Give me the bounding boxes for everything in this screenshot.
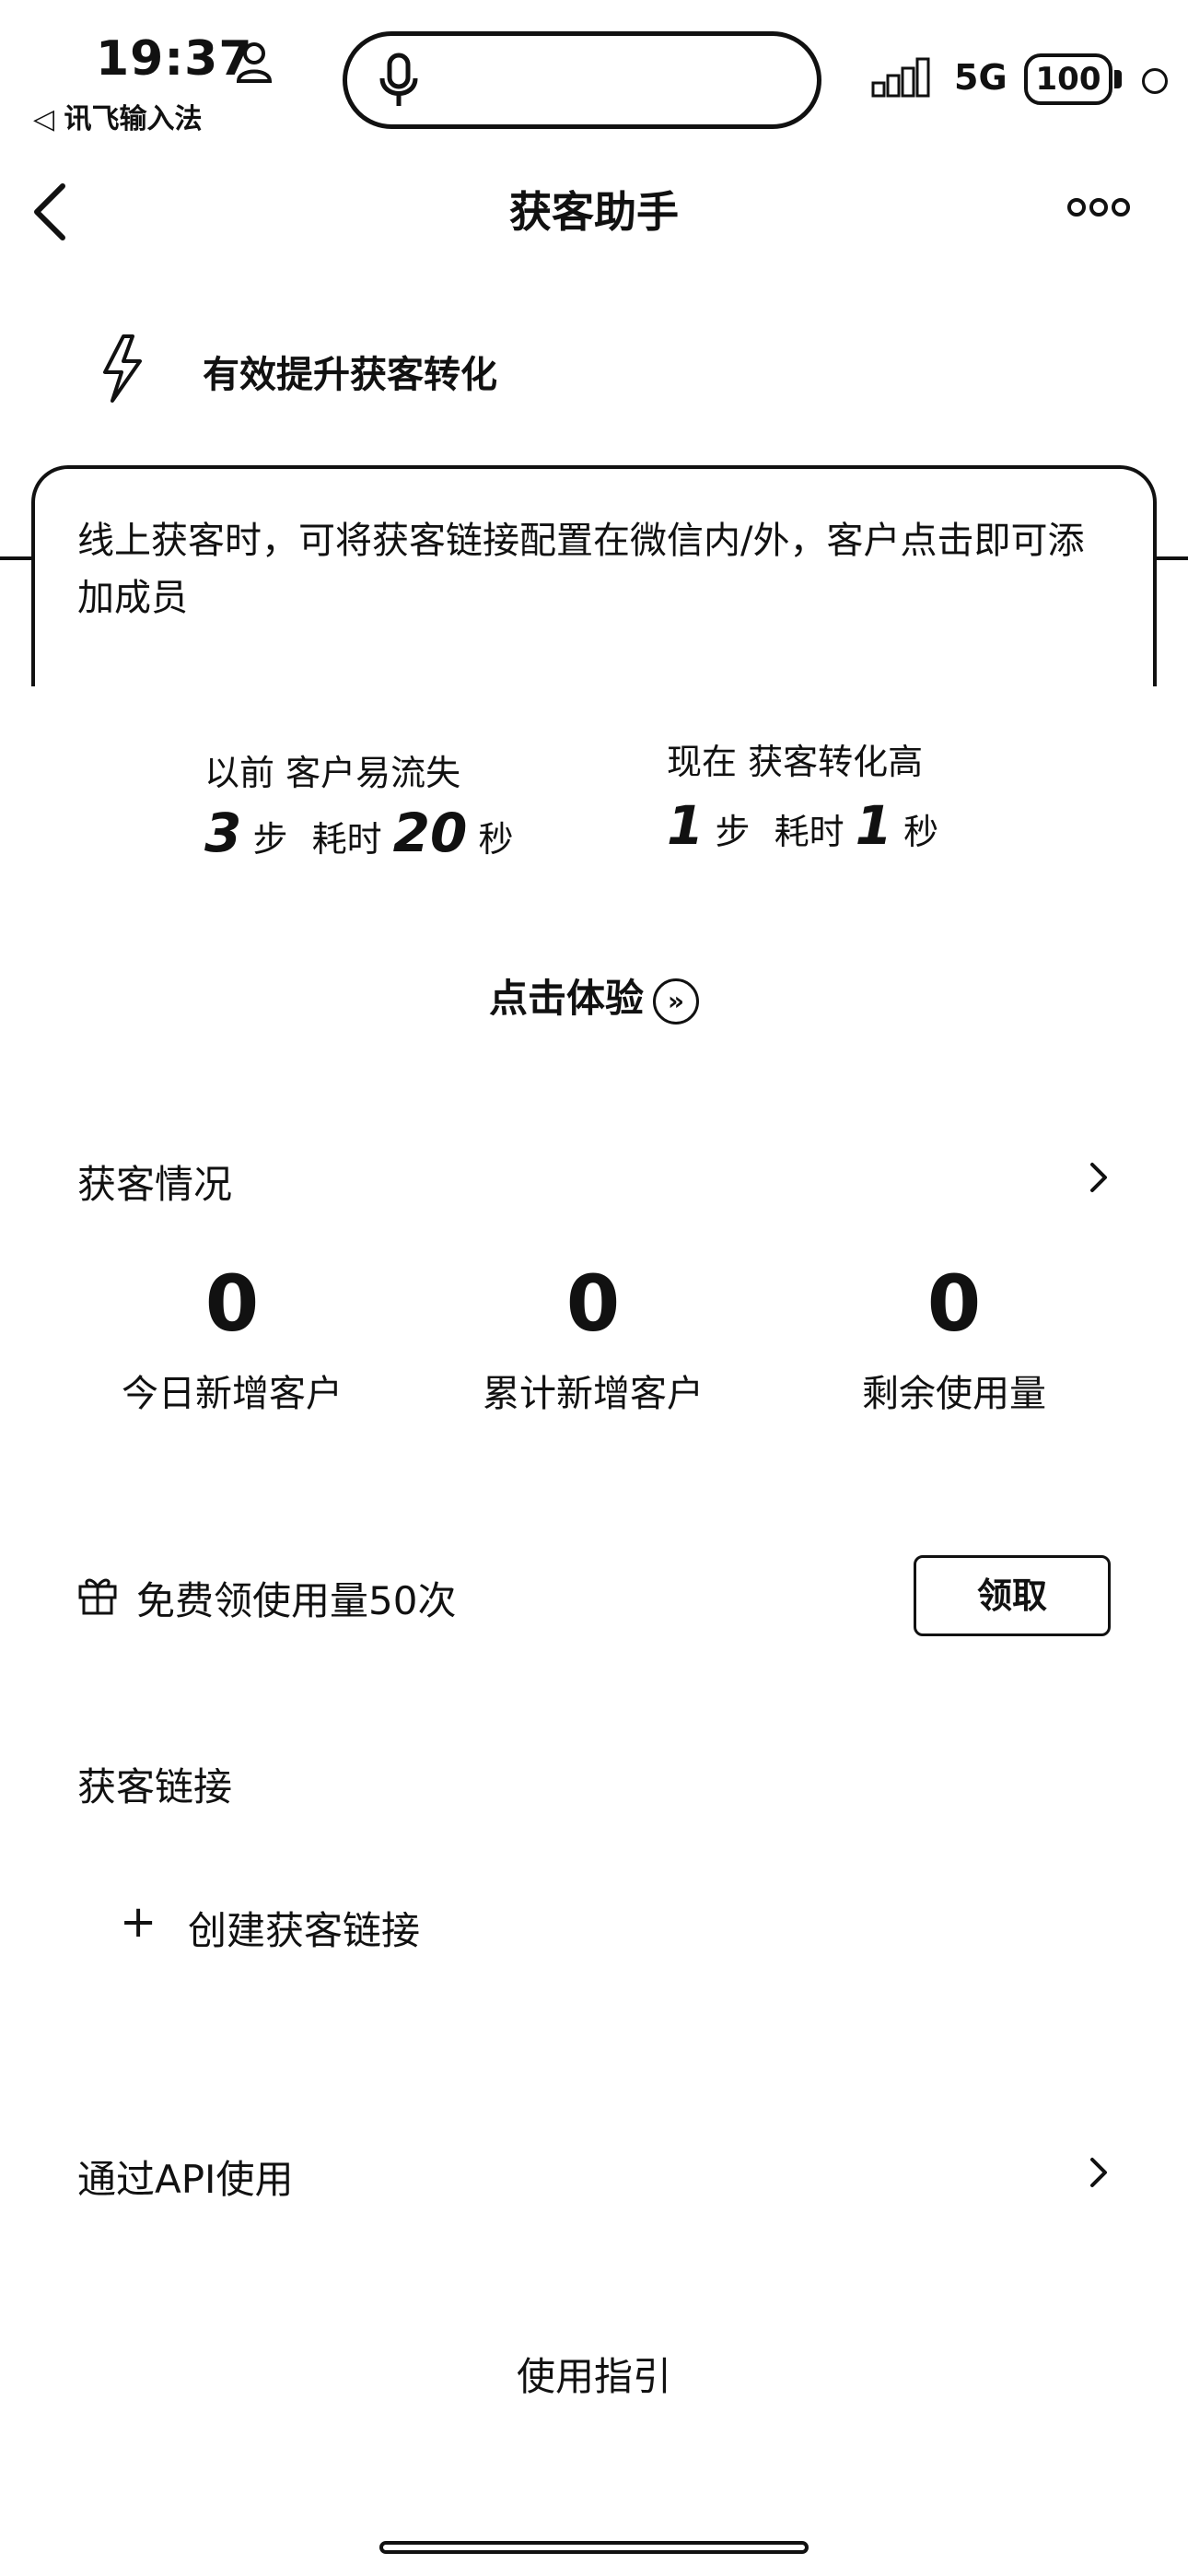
api-usage-row[interactable]: 通过API使用 bbox=[77, 2149, 293, 2205]
battery-level: 100 bbox=[1035, 61, 1101, 98]
before-time-prefix: 耗时 bbox=[311, 819, 382, 860]
before-time-unit: 秒 bbox=[478, 819, 514, 860]
card-edge-right bbox=[1155, 556, 1188, 560]
network-type: 5G bbox=[954, 57, 1007, 98]
page-title: 获客助手 bbox=[509, 187, 679, 237]
usage-guide-link[interactable]: 使用指引 bbox=[0, 2346, 1188, 2402]
api-chevron-right-icon[interactable] bbox=[1087, 2154, 1111, 2191]
stat-today-new-label: 今日新增客户 bbox=[122, 1373, 343, 1415]
stat-total-new-label: 累计新增客户 bbox=[483, 1373, 704, 1415]
after-steps-number: 1 bbox=[667, 794, 705, 857]
stats-chevron-right-icon[interactable] bbox=[1087, 1159, 1111, 1196]
battery-indicator: 100 bbox=[1024, 53, 1112, 105]
hero-tagline: 有效提升获客转化 bbox=[203, 354, 497, 396]
stat-remaining-value: 0 bbox=[926, 1259, 982, 1349]
plus-icon[interactable]: + bbox=[120, 1896, 157, 1948]
after-label: 现在 获客转化高 bbox=[667, 742, 924, 782]
home-indicator[interactable] bbox=[379, 2541, 809, 2554]
before-steps-number: 3 bbox=[204, 802, 242, 864]
privacy-dot-icon bbox=[1142, 68, 1168, 94]
try-it-label: 点击体验 bbox=[488, 976, 644, 1021]
before-label: 以前 客户易流失 bbox=[204, 753, 461, 793]
promo-text: 免费领使用量50次 bbox=[136, 1578, 457, 1623]
card-edge-left bbox=[0, 556, 33, 560]
after-steps-unit: 步 bbox=[715, 812, 751, 852]
after-time-unit: 秒 bbox=[903, 812, 939, 852]
more-dots-icon[interactable] bbox=[1066, 195, 1131, 219]
after-time-prefix: 耗时 bbox=[774, 812, 844, 852]
stat-today-new-value: 0 bbox=[204, 1259, 260, 1349]
signal-icon bbox=[871, 57, 930, 98]
stats-section-title[interactable]: 获客情况 bbox=[77, 1153, 232, 1210]
claim-button[interactable]: 领取 bbox=[914, 1555, 1111, 1636]
intro-description: 线上获客时，可将获客链接配置在微信内/外，客户点击即可添加成员 bbox=[77, 520, 1085, 619]
user-icon bbox=[236, 42, 273, 83]
status-time: 19:37 bbox=[96, 31, 253, 87]
stat-remaining-label: 剩余使用量 bbox=[862, 1373, 1046, 1415]
double-chevron-right-icon: » bbox=[653, 978, 699, 1025]
voice-input-pill[interactable] bbox=[343, 31, 821, 129]
before-time-number: 20 bbox=[392, 802, 468, 864]
try-it-button[interactable]: 点击体验» bbox=[0, 967, 1188, 1025]
gift-icon bbox=[78, 1578, 117, 1615]
battery-tip bbox=[1114, 70, 1122, 88]
create-link-button[interactable]: 创建获客链接 bbox=[188, 1900, 420, 1956]
links-section-title: 获客链接 bbox=[77, 1764, 233, 1809]
microphone-icon bbox=[379, 53, 418, 106]
after-metrics: 1 步 耗时 1 秒 bbox=[667, 794, 938, 857]
return-to-app-link[interactable]: ◁ 讯飞输入法 bbox=[33, 96, 203, 136]
lightning-icon bbox=[103, 334, 142, 403]
after-time-number: 1 bbox=[855, 794, 893, 857]
before-steps-unit: 步 bbox=[252, 819, 288, 860]
before-metrics: 3 步 耗时 20 秒 bbox=[204, 802, 514, 864]
stat-total-new-value: 0 bbox=[565, 1259, 621, 1349]
